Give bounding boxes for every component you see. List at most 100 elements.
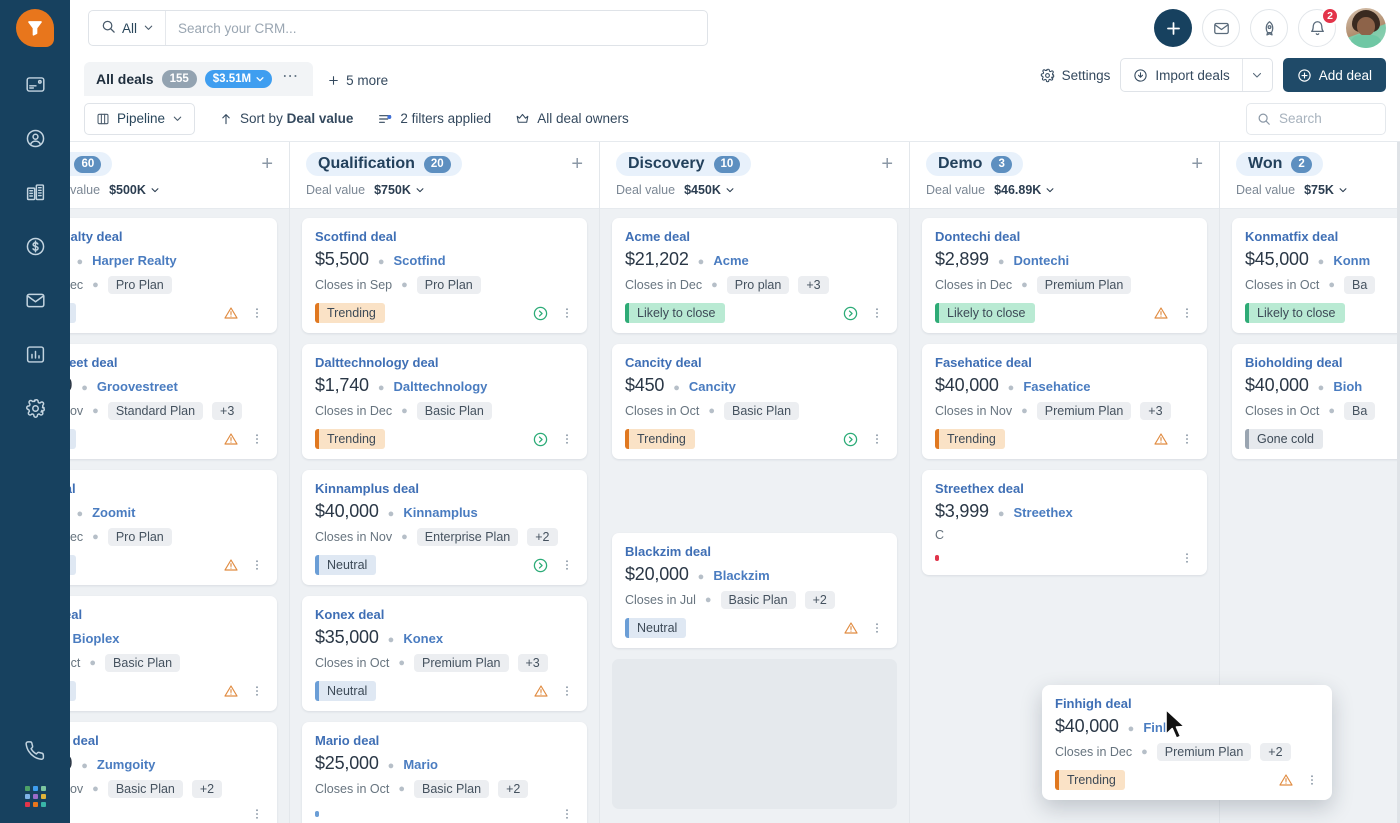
warning-triangle-icon[interactable]: [223, 305, 239, 321]
more-vertical-icon[interactable]: [560, 807, 574, 821]
separator-dot: ●: [76, 508, 84, 520]
pipeline-selector[interactable]: Pipeline: [84, 102, 196, 135]
deal-card[interactable]: Mario deal $25,000 ● Mario Closes in Oct ● Bas…: [302, 722, 587, 823]
stage-pill[interactable]: Won 2: [1236, 152, 1323, 176]
more-vertical-icon[interactable]: [1180, 551, 1194, 565]
more-vertical-icon[interactable]: [250, 306, 264, 320]
rocket-button[interactable]: [1250, 9, 1288, 47]
warning-triangle-icon[interactable]: [223, 683, 239, 699]
more-vertical-icon[interactable]: [1305, 773, 1319, 787]
more-vertical-icon[interactable]: [250, 432, 264, 446]
deal-card[interactable]: er Realty deal299●Harper Realtys in Dec●…: [70, 218, 277, 333]
deal-card[interactable]: Konex deal $35,000 ● Konex Closes in Oct ● Pre…: [302, 596, 587, 711]
import-deals-caret[interactable]: [1241, 59, 1272, 91]
deal-card[interactable]: vestreet deal ,000 ● Groovestreet s in Nov ● S…: [70, 344, 277, 459]
more-tabs-button[interactable]: 5 more: [327, 73, 388, 88]
more-vertical-icon[interactable]: [250, 807, 264, 821]
stage-deal-value[interactable]: $750K: [374, 183, 425, 197]
global-search[interactable]: All: [88, 10, 708, 46]
stage-pill[interactable]: Qualification 20: [306, 152, 462, 176]
more-vertical-icon[interactable]: [560, 306, 574, 320]
add-deal-to-stage-icon[interactable]: +: [259, 154, 275, 174]
stage-deal-value[interactable]: $75K: [1304, 183, 1348, 197]
warning-triangle-icon[interactable]: [223, 431, 239, 447]
tab-all-deals[interactable]: All deals 155 $3.51M ⋯: [84, 62, 314, 96]
deal-card[interactable]: Streethex deal $3,999 ● Streethex C: [922, 470, 1207, 575]
next-activity-icon[interactable]: [532, 431, 549, 448]
stage-deal-value[interactable]: $450K: [684, 183, 735, 197]
next-activity-icon[interactable]: [842, 305, 859, 322]
deal-card[interactable]: Scotfind deal $5,500 ● Scotfind Closes in Se…: [302, 218, 587, 333]
more-vertical-icon[interactable]: [1180, 306, 1194, 320]
stage-pill[interactable]: w60: [70, 152, 113, 176]
sidebar-item-insights[interactable]: [18, 337, 52, 371]
sidebar-item-deals[interactable]: [18, 67, 52, 101]
sort-control[interactable]: Sort by Deal value: [219, 111, 353, 126]
deal-card[interactable]: goity deal ,000 ● Zumgoity s in Nov ● Basic Pl…: [70, 722, 277, 823]
sidebar-item-companies[interactable]: [18, 175, 52, 209]
add-deal-to-stage-icon[interactable]: +: [569, 154, 585, 174]
deal-card[interactable]: Dalttechnology deal $1,740 ● Dalttechnology…: [302, 344, 587, 459]
deal-card[interactable]: it deal500●Zoomits in Dec●Pro Plantral: [70, 470, 277, 585]
more-vertical-icon[interactable]: [250, 558, 264, 572]
pipedrive-logo[interactable]: [16, 9, 54, 47]
deal-card[interactable]: Cancity deal $450 ● Cancity Closes in Oct ● Ba…: [612, 344, 897, 459]
board-search[interactable]: [1246, 102, 1386, 135]
next-activity-icon[interactable]: [532, 557, 549, 574]
next-activity-icon[interactable]: [532, 305, 549, 322]
more-vertical-icon[interactable]: [250, 684, 264, 698]
warning-triangle-icon[interactable]: [843, 620, 859, 636]
more-vertical-icon[interactable]: [560, 684, 574, 698]
mail-button[interactable]: [1202, 9, 1240, 47]
notifications-button[interactable]: 2: [1298, 7, 1339, 47]
stage-pill[interactable]: Discovery 10: [616, 152, 752, 176]
more-vertical-icon[interactable]: [870, 306, 884, 320]
deal-card[interactable]: Dontechi deal $2,899 ● Dontechi Closes in De…: [922, 218, 1207, 333]
deal-card[interactable]: Bioholding deal $40,000 ● Bioh Closes in Oct…: [1232, 344, 1400, 459]
next-activity-icon[interactable]: [842, 431, 859, 448]
filters-applied-control[interactable]: 2 filters applied: [377, 111, 491, 127]
card-drop-placeholder[interactable]: [612, 659, 897, 809]
add-deal-to-stage-icon[interactable]: +: [1189, 154, 1205, 174]
apps-grid-icon[interactable]: [24, 786, 46, 807]
user-avatar[interactable]: [1346, 8, 1386, 48]
add-deal-button[interactable]: Add deal: [1282, 58, 1386, 92]
deal-card[interactable]: Blackzim deal $20,000 ● Blackzim Closes in J…: [612, 533, 897, 648]
more-vertical-icon[interactable]: [560, 432, 574, 446]
sidebar-item-mail[interactable]: [18, 283, 52, 317]
sidebar-item-settings[interactable]: [18, 391, 52, 425]
warning-triangle-icon[interactable]: [1153, 431, 1169, 447]
warning-triangle-icon[interactable]: [533, 683, 549, 699]
deal-value-label: $3.51M: [212, 73, 252, 85]
search-input[interactable]: [166, 11, 707, 45]
board-search-input[interactable]: [1279, 111, 1375, 126]
stage-deal-value[interactable]: $46.89K: [994, 183, 1055, 197]
more-vertical-icon[interactable]: [1180, 432, 1194, 446]
add-deal-to-stage-icon[interactable]: +: [879, 154, 895, 174]
warning-triangle-icon[interactable]: [1278, 772, 1294, 788]
warning-triangle-icon[interactable]: [223, 557, 239, 573]
deal-card[interactable]: Fasehatice deal $40,000 ● Fasehatice Closes …: [922, 344, 1207, 459]
deal-value-badge[interactable]: $3.51M: [204, 70, 273, 88]
search-scope-selector[interactable]: All: [89, 11, 167, 45]
import-deals-button[interactable]: Import deals: [1121, 59, 1241, 91]
quick-add-button[interactable]: [1154, 9, 1192, 47]
stage-deal-value[interactable]: $500K: [109, 183, 160, 197]
deal-value-label: Deal value: [926, 183, 986, 197]
more-vertical-icon[interactable]: [870, 432, 884, 446]
deal-card[interactable]: Acme deal $21,202 ● Acme Closes in Dec ● Pro p…: [612, 218, 897, 333]
sidebar-item-revenue[interactable]: [18, 229, 52, 263]
stage-pill[interactable]: Demo 3: [926, 152, 1023, 176]
sidebar-item-contacts[interactable]: [18, 121, 52, 155]
more-vertical-icon[interactable]: [560, 558, 574, 572]
more-vertical-icon[interactable]: [870, 621, 884, 635]
phone-icon[interactable]: [18, 734, 52, 768]
deal-card[interactable]: Kinnamplus deal $40,000 ● Kinnamplus Closes …: [302, 470, 587, 585]
deal-card[interactable]: ex deal 9●Bioplex s in Oct ● Basic Plan tral: [70, 596, 277, 711]
ellipsis-icon[interactable]: ⋯: [280, 66, 301, 92]
settings-button[interactable]: Settings: [1040, 68, 1110, 83]
card-amount: $3,999: [935, 501, 989, 521]
warning-triangle-icon[interactable]: [1153, 305, 1169, 321]
deal-owners-control[interactable]: All deal owners: [515, 111, 629, 126]
deal-card[interactable]: Konmatfix deal $45,000 ● Konm Closes in Oct ●…: [1232, 218, 1400, 333]
